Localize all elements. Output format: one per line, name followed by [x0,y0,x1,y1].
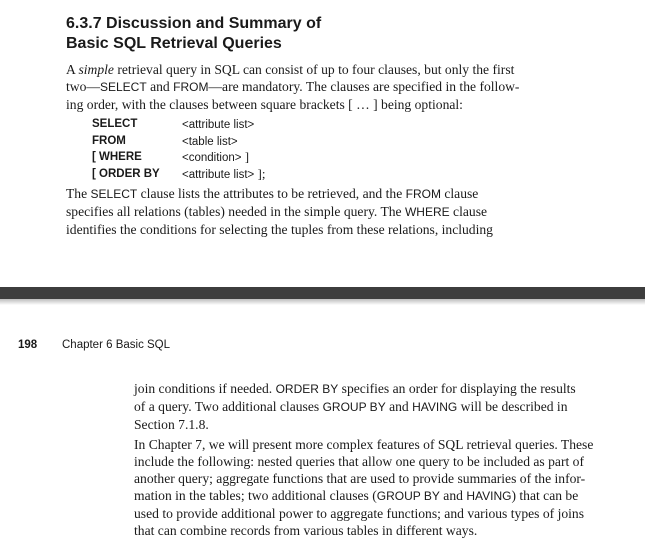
text-line: two—SELECT and FROM—are mandatory. The c… [66,79,520,94]
text-line: The SELECT clause lists the attributes t… [66,186,479,201]
text-line: ing order, with the clauses between squa… [66,97,463,112]
sql-keyword: GROUP BY [376,489,440,503]
chapter7-paragraph: In Chapter 7, we will present more compl… [134,436,600,539]
text-line: A simple retrieval query in SQL can cons… [66,62,515,77]
sql-keyword: HAVING [466,489,512,503]
select-from-paragraph: The SELECT clause lists the attributes t… [66,185,532,238]
syntax-argument: <condition> ] [182,149,250,164]
text-line: identifies the conditions for selecting … [66,222,493,237]
text-line: specifies all relations (tables) needed … [66,204,488,219]
running-head-chapter: Chapter 6 Basic SQL [62,339,171,351]
syntax-row: [ WHERE <condition> ] [92,149,332,166]
syntax-keyword: FROM [92,134,126,147]
sql-keyword: FROM [405,187,441,201]
page-break-shadow [0,299,645,305]
section-heading-line: Basic SQL Retrieval Queries [66,35,282,52]
page-break-divider [0,287,645,299]
text-line: Section 7.1.8. [134,417,209,432]
syntax-row: SELECT <attribute list> [92,116,332,133]
syntax-keyword: [ ORDER BY [92,167,160,180]
text-line: mation in the tables; two additional cla… [134,488,579,503]
text-line: used to provide additional power to aggr… [134,506,585,521]
text-line: that can combine records from various ta… [134,523,478,538]
sql-keyword: GROUP BY [322,400,386,414]
sql-keyword: ORDER BY [275,382,339,396]
syntax-argument: <attribute list> ]; [182,165,266,181]
emphasis-text: simple [78,62,114,77]
page-number: 198 [18,339,38,351]
sql-keyword: SELECT [99,80,147,94]
text-line: of a query. Two additional clauses GROUP… [134,399,568,414]
text-line: In Chapter 7, we will present more compl… [134,437,594,452]
sql-keyword: FROM [173,80,209,94]
sql-syntax-block: SELECT <attribute list> FROM <table list… [92,116,332,182]
text-line: include the following: nested queries th… [134,454,584,469]
intro-paragraph: A simple retrieval query in SQL can cons… [66,61,532,113]
text-line: another query; aggregate functions that … [134,471,586,486]
syntax-keyword: [ WHERE [92,151,142,163]
order-by-paragraph: join conditions if needed. ORDER BY spec… [134,380,600,433]
section-heading: 6.3.7 Discussion and Summary of Basic SQ… [66,14,321,54]
syntax-row: FROM <table list> [92,133,332,150]
sql-keyword: HAVING [412,400,458,414]
section-heading-line: 6.3.7 Discussion and Summary of [66,15,322,32]
sql-keyword: SELECT [90,187,138,201]
sql-keyword: WHERE [404,205,450,219]
syntax-keyword: SELECT [92,118,138,130]
syntax-argument: <attribute list> [182,119,255,131]
text-line: join conditions if needed. ORDER BY spec… [134,381,576,396]
syntax-argument: <table list> [182,135,238,148]
syntax-row: [ ORDER BY <attribute list> ]; [92,166,332,183]
